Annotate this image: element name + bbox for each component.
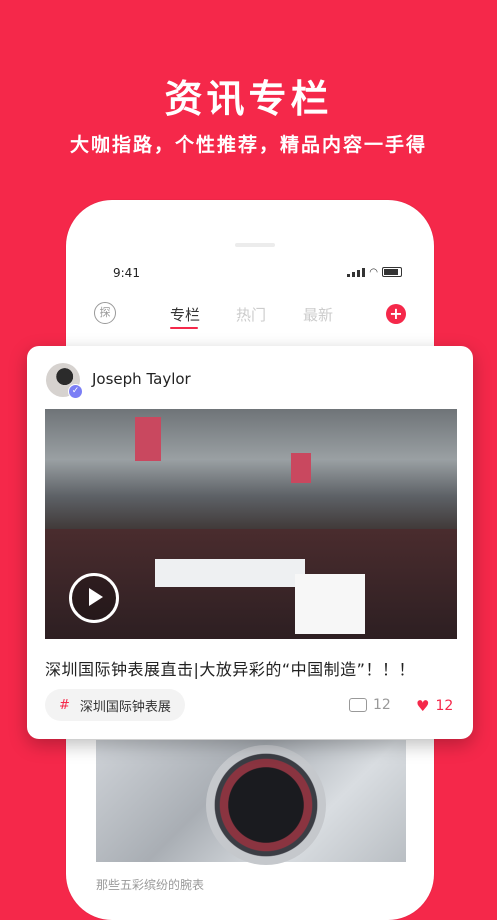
video-thumbnail[interactable] xyxy=(45,409,457,639)
verified-badge-icon: ✓ xyxy=(68,384,83,399)
booth-shape xyxy=(155,559,305,587)
heart-icon: ♥ xyxy=(416,697,430,715)
background-article-caption[interactable]: 那些五彩缤纷的腕表 xyxy=(96,876,204,893)
avatar[interactable]: ✓ xyxy=(46,363,83,399)
article-card[interactable]: ✓ Joseph Taylor 深圳国际钟表展直击|大放异彩的“中国制造”！！！… xyxy=(27,346,473,739)
hashtag-icon: # xyxy=(59,697,70,713)
promo-subtitle: 大咖指路，个性推荐，精品内容一手得 xyxy=(69,134,427,156)
phone-notch xyxy=(235,243,275,247)
watch-image xyxy=(206,745,326,865)
status-time: 9:41 xyxy=(113,266,140,280)
topic-tag[interactable]: # 深圳国际钟表展 xyxy=(45,689,185,721)
tab-hot[interactable]: 热门 xyxy=(236,304,266,325)
topic-tag-label: 深圳国际钟表展 xyxy=(79,699,171,715)
tab-column[interactable]: 专栏 xyxy=(170,304,200,325)
battery-icon xyxy=(382,267,402,277)
article-headline[interactable]: 深圳国际钟表展直击|大放异彩的“中国制造”！！！ xyxy=(45,656,415,680)
active-tab-indicator xyxy=(170,327,198,329)
comment-count: 12 xyxy=(373,697,391,713)
search-icon[interactable]: 探 xyxy=(94,302,116,324)
wifi-icon: ◠ xyxy=(369,267,378,278)
author-name[interactable]: Joseph Taylor xyxy=(92,370,191,388)
tab-bar: 探 专栏 热门 最新 + xyxy=(66,300,434,330)
background-article-image[interactable] xyxy=(96,740,406,865)
tab-latest[interactable]: 最新 xyxy=(303,304,333,325)
status-icons: ◠ xyxy=(347,267,402,278)
play-icon[interactable] xyxy=(69,573,119,623)
banner-shape xyxy=(135,417,161,461)
like-count: 12 xyxy=(435,698,454,714)
signal-icon xyxy=(347,268,366,277)
promo-title: 资讯专栏 xyxy=(164,77,333,121)
add-icon[interactable]: + xyxy=(386,304,406,324)
booth-shape xyxy=(295,574,365,634)
comment-button[interactable]: 12 xyxy=(349,697,391,713)
banner-shape xyxy=(291,453,311,483)
comment-icon xyxy=(349,698,367,712)
like-button[interactable]: ♥ 12 xyxy=(416,697,453,715)
